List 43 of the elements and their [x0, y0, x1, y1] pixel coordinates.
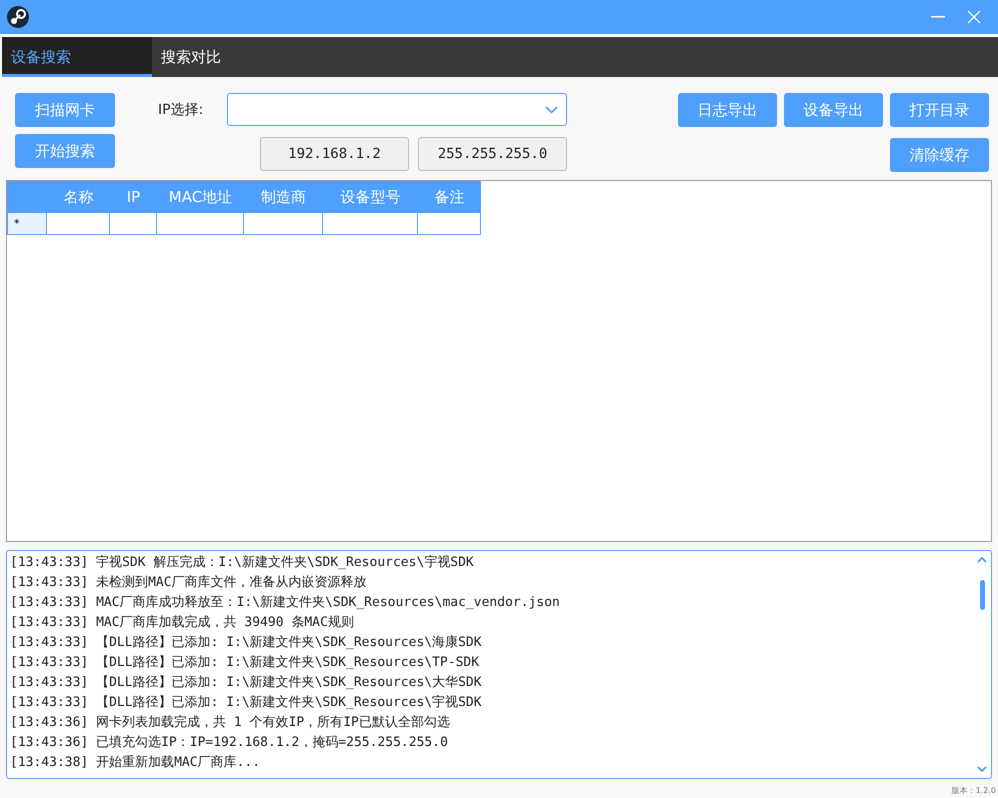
action-button[interactable]: 设备导出 [784, 93, 883, 127]
ip-field[interactable]: 192.168.1.2 [260, 137, 409, 171]
scrollbar-thumb[interactable] [980, 580, 984, 610]
column-header[interactable]: 设备型号 [323, 181, 418, 213]
log-line: [13:43:33] MAC厂商库成功释放至：I:\新建文件夹\SDK_Resources\mac_vendor.json [10, 594, 561, 612]
column-header[interactable]: 备注 [418, 181, 481, 213]
action-button[interactable]: 扫描网卡 [15, 93, 115, 127]
log-line: [13:43:38] 开始重新加载MAC厂商库... [10, 754, 262, 772]
action-button[interactable]: 日志导出 [678, 93, 777, 127]
new-row-marker: * [7, 213, 47, 235]
ip-select-label: IP选择: [158, 100, 204, 118]
minimize-icon [931, 16, 945, 18]
ip-field[interactable]: 255.255.255.0 [418, 137, 567, 171]
table-cell[interactable] [418, 213, 481, 235]
table-cell[interactable] [157, 213, 244, 235]
column-header[interactable]: MAC地址 [157, 181, 244, 213]
log-line: [13:43:33] MAC厂商库加载完成，共 39490 条MAC规则 [10, 614, 355, 632]
log-line: [13:43:33] 【DLL路径】已添加: I:\新建文件夹\SDK_Resources\大华SDK [10, 674, 483, 692]
chevron-down-icon [545, 106, 558, 114]
table-cell[interactable] [47, 213, 110, 235]
log-line: [13:43:33] 宇视SDK 解压完成：I:\新建文件夹\SDK_Resources\宇视SDK [10, 554, 475, 572]
scroll-up-icon[interactable] [977, 557, 987, 563]
log-line: [13:43:33] 【DLL路径】已添加: I:\新建文件夹\SDK_Resources\TP-SDK [10, 654, 480, 672]
table-cell[interactable] [323, 213, 418, 235]
column-header[interactable]: IP [110, 181, 157, 213]
action-button[interactable]: 打开目录 [890, 93, 989, 127]
ip-select-dropdown[interactable] [227, 93, 567, 126]
app-logo-icon [6, 5, 30, 29]
scroll-down-icon[interactable] [977, 766, 987, 772]
action-button[interactable]: 开始搜索 [15, 134, 115, 168]
log-line: [13:43:33] 【DLL路径】已添加: I:\新建文件夹\SDK_Resources\海康SDK [10, 634, 483, 652]
version-label: 版本：1.2.0 [952, 785, 996, 796]
tab[interactable]: 设备搜索 [2, 37, 152, 77]
clear-cache-button[interactable]: 清除缓存 [890, 138, 989, 172]
column-header[interactable]: 名称 [47, 181, 110, 213]
log-line: [13:43:33] 【DLL路径】已添加: I:\新建文件夹\SDK_Resources\宇视SDK [10, 694, 483, 712]
column-header[interactable]: 制造商 [244, 181, 323, 213]
table-cell[interactable] [244, 213, 323, 235]
table-cell[interactable] [110, 213, 157, 235]
log-line: [13:43:33] 未检测到MAC厂商库文件，准备从内嵌资源释放 [10, 574, 368, 592]
close-icon [967, 10, 981, 24]
log-line: [13:43:36] 已填充勾选IP：IP=192.168.1.2，掩码=255.255.255.0 [10, 734, 449, 752]
log-line: [13:43:36] 网卡列表加载完成，共 1 个有效IP，所有IP已默认全部勾选 [10, 714, 451, 732]
